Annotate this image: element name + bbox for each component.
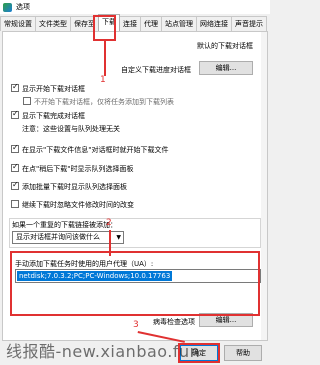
no-download-later-label: 不开始下载对话框，仅将任务添加到下载列表	[34, 98, 174, 106]
title-bar: 选项	[0, 0, 270, 14]
exceptions-label: 病毒检查选项	[153, 318, 195, 326]
no-download-later-checkbox[interactable]	[23, 97, 31, 105]
show-queue-panel-checkbox[interactable]	[11, 162, 19, 172]
duplicate-action-value: 显示对话框并询问该做什么	[16, 233, 100, 241]
annotation-step-1: 1	[100, 75, 106, 85]
default-dialog-label: 默认的下载对话框	[197, 42, 253, 50]
tab-file-types[interactable]: 文件类型	[35, 16, 71, 31]
highlight-download-tab	[93, 15, 116, 41]
window-title: 选项	[16, 3, 30, 11]
app-icon	[3, 2, 12, 12]
tab-strip: 常规设置 文件类型 保存至 下载 连接 代理 站点管理 网络连接 声音提示	[0, 14, 270, 31]
show-start-dialog-label: 显示开始下载对话框	[22, 85, 85, 93]
show-add-queue-panel-label: 添加批量下载时显示队列选择面板	[22, 183, 127, 191]
duplicate-action-select[interactable]: 显示对话框并询问该做什么 ▼	[12, 231, 124, 244]
show-start-dialog-checkbox[interactable]	[11, 82, 19, 92]
show-file-info-label: 在显示"下载文件信息"对话框时就开始下载文件	[22, 146, 169, 154]
tab-site-manager[interactable]: 站点管理	[161, 16, 197, 31]
tab-sound[interactable]: 声音提示	[231, 16, 267, 31]
tab-general[interactable]: 常规设置	[0, 16, 36, 31]
show-complete-dialog-label: 显示下载完成对话框	[22, 112, 85, 120]
annotation-line-1	[104, 40, 106, 76]
show-add-queue-panel-checkbox[interactable]	[11, 180, 19, 190]
show-complete-dialog-checkbox[interactable]	[11, 109, 19, 119]
tab-proxy[interactable]: 代理	[140, 16, 162, 31]
highlight-ua-section	[10, 251, 260, 316]
tab-connection[interactable]: 连接	[119, 16, 141, 31]
highlight-ok-button	[178, 343, 220, 363]
annotation-step-2: 2	[106, 218, 112, 228]
scrollbar[interactable]	[261, 32, 267, 340]
continue-on-resume-checkbox[interactable]	[11, 200, 19, 208]
annotation-line-2	[109, 230, 111, 256]
edit-dialog-button[interactable]: 编辑...	[199, 61, 253, 75]
show-queue-panel-label: 在点"稍后下载"时显示队列选择面板	[22, 165, 134, 173]
tab-network[interactable]: 网络连接	[196, 16, 232, 31]
queue-note: 注意：这些设置与队列处理无关	[22, 125, 120, 133]
continue-on-resume-label: 继续下载时忽略文件修改时间的改变	[22, 201, 134, 209]
annotation-step-3: 3	[133, 320, 139, 330]
show-file-info-checkbox[interactable]	[11, 143, 19, 153]
watermark: 线报酷-new.xianbao.fun	[6, 342, 201, 361]
custom-dialog-label: 自定义下载进度对话框	[121, 66, 191, 74]
duplicate-label: 如果一个重复的下载链接被添加：	[12, 221, 117, 229]
help-button[interactable]: 帮助	[224, 345, 262, 361]
chevron-down-icon: ▼	[116, 234, 121, 241]
